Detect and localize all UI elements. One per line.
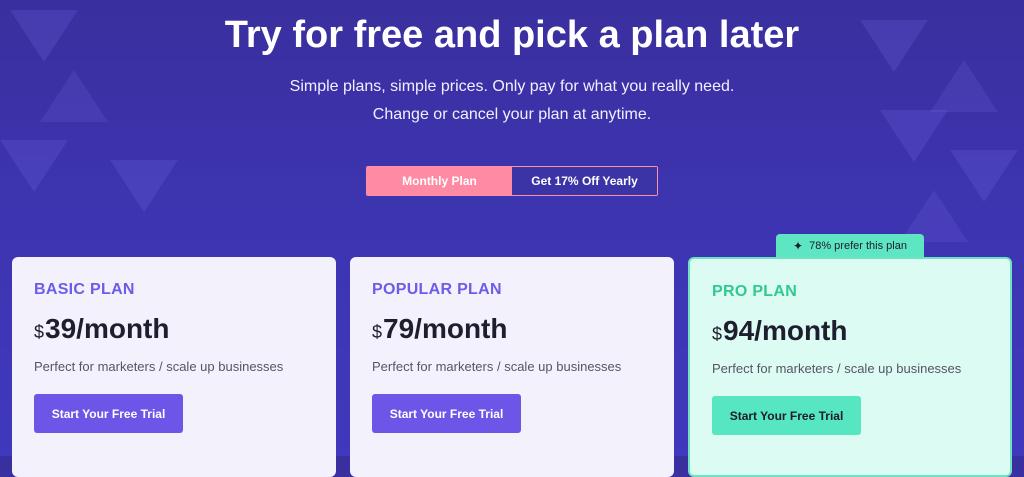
start-free-trial-button[interactable]: Start Your Free Trial	[712, 396, 861, 435]
billing-toggle: Monthly Plan Get 17% Off Yearly	[366, 166, 658, 196]
price-amount: 79	[383, 313, 415, 344]
plan-description: Perfect for marketers / scale up busines…	[712, 361, 962, 376]
plan-description: Perfect for marketers / scale up busines…	[372, 359, 622, 374]
popular-plan-card: POPULAR PLAN $ 79 /month Perfect for mar…	[350, 257, 674, 477]
basic-plan-card: BASIC PLAN $ 39 /month Perfect for marke…	[12, 257, 336, 477]
price-amount: 94	[723, 315, 755, 346]
plan-description: Perfect for marketers / scale up busines…	[34, 359, 284, 374]
price-period: /month	[754, 315, 848, 346]
plan-price: $ 39 /month	[34, 313, 314, 345]
yearly-plan-toggle[interactable]: Get 17% Off Yearly	[512, 167, 657, 195]
currency-symbol: $	[712, 324, 723, 344]
plan-name: POPULAR PLAN	[372, 281, 502, 298]
sparkle-icon: ✦	[793, 239, 804, 253]
page-title: Try for free and pick a plan later	[224, 14, 800, 56]
plan-price: $ 79 /month	[372, 313, 652, 345]
badge-text: 78% prefer this plan	[809, 240, 907, 252]
currency-symbol: $	[372, 322, 383, 342]
price-period: /month	[76, 313, 170, 344]
pro-plan-card: PRO PLAN $ 94 /month Perfect for markete…	[688, 257, 1012, 477]
plan-name: PRO PLAN	[712, 283, 798, 300]
preferred-plan-badge: ✦ 78% prefer this plan	[776, 234, 924, 258]
subtitle-line-2: Change or cancel your plan at anytime.	[372, 106, 652, 123]
start-free-trial-button[interactable]: Start Your Free Trial	[34, 394, 183, 433]
price-amount: 39	[45, 313, 77, 344]
plan-price: $ 94 /month	[712, 315, 988, 347]
background-shape	[0, 140, 68, 192]
price-period: /month	[414, 313, 508, 344]
currency-symbol: $	[34, 322, 45, 342]
plan-name: BASIC PLAN	[34, 281, 135, 298]
background-shape	[110, 160, 178, 212]
subtitle-line-1: Simple plans, simple prices. Only pay fo…	[289, 78, 735, 95]
monthly-plan-toggle[interactable]: Monthly Plan	[367, 167, 512, 195]
start-free-trial-button[interactable]: Start Your Free Trial	[372, 394, 521, 433]
